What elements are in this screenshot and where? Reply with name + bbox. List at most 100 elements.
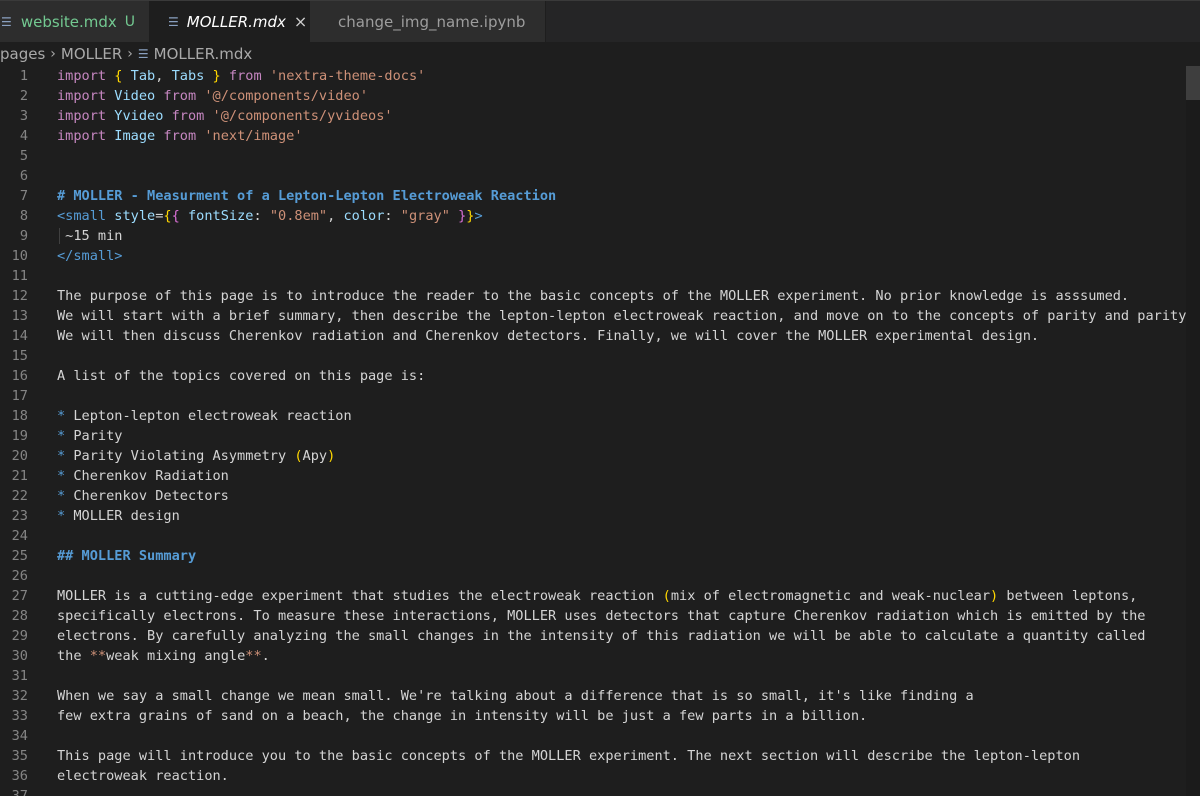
breadcrumb-item-moller[interactable]: MOLLER: [61, 45, 122, 63]
line-number: 16: [11, 368, 28, 384]
minimap[interactable]: [1186, 66, 1200, 796]
code-text: The purpose of this page is to introduce…: [57, 286, 1129, 306]
code-line[interactable]: 23 * MOLLER design: [0, 506, 1200, 526]
code-line[interactable]: 17: [0, 386, 1200, 406]
chevron-right-icon: ›: [50, 46, 56, 62]
code-token: weak mixing angle: [106, 648, 246, 664]
tab-label: website.mdx: [20, 12, 117, 31]
code-text: import Image from 'next/image': [57, 126, 303, 146]
code-line[interactable]: 29 electrons. By carefully analyzing the …: [0, 626, 1200, 646]
tab-change-img-name-ipynb[interactable]: change_img_name.ipynb: [310, 1, 546, 42]
code-token: import: [57, 108, 115, 124]
code-text: </small>: [57, 246, 122, 266]
code-token: Yvideo: [114, 108, 164, 124]
code-line[interactable]: 22 * Cherenkov Detectors: [0, 486, 1200, 506]
code-line[interactable]: 15: [0, 346, 1200, 366]
code-token: # MOLLER - Measurment of a Lepton-Lepton…: [57, 188, 557, 204]
line-number: 29: [11, 628, 28, 644]
line-number: 22: [11, 488, 28, 504]
code-line[interactable]: 13 We will start with a brief summary, th…: [0, 306, 1200, 326]
code-token: 'next/image': [204, 128, 303, 144]
code-token: 'nextra-theme-docs': [269, 68, 426, 84]
code-line[interactable]: 20 * Parity Violating Asymmetry (Apy): [0, 446, 1200, 466]
code-line[interactable]: 35 This page will introduce you to the ba…: [0, 746, 1200, 766]
code-token: import: [57, 88, 115, 104]
code-line[interactable]: 4 import Image from 'next/image': [0, 126, 1200, 146]
code-line[interactable]: 19 * Parity: [0, 426, 1200, 446]
code-line[interactable]: 3 import Yvideo from '@/components/yvideo…: [0, 106, 1200, 126]
code-token: }: [449, 208, 467, 224]
code-token: Tab: [130, 68, 156, 84]
code-line[interactable]: 28 specifically electrons. To measure the…: [0, 606, 1200, 626]
code-line[interactable]: 37: [0, 786, 1200, 796]
code-line[interactable]: 5: [0, 146, 1200, 166]
code-text: the **weak mixing angle**.: [57, 646, 270, 666]
code-text: * Cherenkov Detectors: [57, 486, 229, 506]
line-number: 26: [11, 568, 28, 584]
code-token: :: [253, 208, 270, 224]
tab-moller-mdx[interactable]: ☰ MOLLER.mdx ×: [150, 1, 310, 42]
code-token: }: [204, 68, 221, 84]
breadcrumb-item-file[interactable]: MOLLER.mdx: [154, 45, 253, 63]
code-line[interactable]: 14 We will then discuss Cherenkov radiati…: [0, 326, 1200, 346]
line-number: 14: [11, 328, 28, 344]
line-number: 4: [19, 128, 28, 144]
code-line[interactable]: 9 ~15 min: [0, 226, 1200, 246]
code-text: specifically electrons. To measure these…: [57, 606, 1146, 626]
tab-bar: ☰ website.mdx U ☰ MOLLER.mdx × change_im…: [0, 0, 1200, 42]
line-number: 8: [19, 208, 28, 224]
line-number: 15: [11, 348, 28, 364]
code-line[interactable]: 2 import Video from '@/components/video': [0, 86, 1200, 106]
line-number: 37: [11, 788, 28, 796]
code-line[interactable]: 1 import { Tab, Tabs } from 'nextra-theme…: [0, 66, 1200, 86]
line-number: 32: [11, 688, 28, 704]
code-token: *: [57, 428, 66, 444]
code-line[interactable]: 12 The purpose of this page is to introdu…: [0, 286, 1200, 306]
code-line[interactable]: 11: [0, 266, 1200, 286]
code-token: ## MOLLER Summary: [57, 548, 197, 564]
code-token: Cherenkov Detectors: [65, 488, 229, 504]
code-line[interactable]: 30 the **weak mixing angle**.: [0, 646, 1200, 666]
code-token: ): [327, 448, 336, 464]
code-line[interactable]: 24: [0, 526, 1200, 546]
code-line[interactable]: 31: [0, 666, 1200, 686]
line-number: 5: [19, 148, 28, 164]
code-token: We will start with a brief summary, then…: [57, 308, 1200, 324]
code-token: The purpose of this page is to introduce…: [57, 288, 1130, 304]
code-line[interactable]: 6: [0, 166, 1200, 186]
code-line[interactable]: 34: [0, 726, 1200, 746]
code-token: *: [57, 508, 66, 524]
line-number: 21: [11, 468, 28, 484]
scrollbar-thumb[interactable]: [1186, 66, 1200, 100]
breadcrumb-item-pages[interactable]: pages: [0, 45, 45, 63]
line-number: 12: [11, 288, 28, 304]
code-token: MOLLER design: [65, 508, 180, 524]
code-line[interactable]: 33 few extra grains of sand on a beach, t…: [0, 706, 1200, 726]
code-editor[interactable]: 1 import { Tab, Tabs } from 'nextra-theme…: [0, 66, 1200, 796]
code-line[interactable]: 10 </small>: [0, 246, 1200, 266]
code-line[interactable]: 25 ## MOLLER Summary: [0, 546, 1200, 566]
code-token: Tabs: [171, 68, 205, 84]
code-token: We will then discuss Cherenkov radiation…: [57, 328, 1040, 344]
code-token: >: [474, 208, 483, 224]
code-token: This page will introduce you to the basi…: [57, 748, 1081, 764]
code-line[interactable]: 7 # MOLLER - Measurment of a Lepton-Lepto…: [0, 186, 1200, 206]
code-token: ,: [155, 68, 172, 84]
code-line[interactable]: 16 A list of the topics covered on this p…: [0, 366, 1200, 386]
code-line[interactable]: 8 <small style={{ fontSize: "0.8em", colo…: [0, 206, 1200, 226]
code-line[interactable]: 18 * Lepton-lepton electroweak reaction: [0, 406, 1200, 426]
code-token: A list of the topics covered on this pag…: [57, 368, 426, 384]
markdown-file-icon: ☰: [168, 14, 179, 29]
line-number: 28: [11, 608, 28, 624]
tab-website-mdx[interactable]: ☰ website.mdx U: [0, 1, 150, 42]
code-line[interactable]: 26: [0, 566, 1200, 586]
code-token: from: [155, 88, 205, 104]
code-token: Parity Violating Asymmetry: [65, 448, 295, 464]
code-line[interactable]: 27 MOLLER is a cutting-edge experiment th…: [0, 586, 1200, 606]
code-line[interactable]: 21 * Cherenkov Radiation: [0, 466, 1200, 486]
code-line[interactable]: 32 When we say a small change we mean sma…: [0, 686, 1200, 706]
code-line[interactable]: 36 electroweak reaction.: [0, 766, 1200, 786]
line-number: 23: [11, 508, 28, 524]
breadcrumb: pages › MOLLER › ☰ MOLLER.mdx: [0, 42, 1200, 66]
close-icon[interactable]: ×: [294, 12, 307, 31]
